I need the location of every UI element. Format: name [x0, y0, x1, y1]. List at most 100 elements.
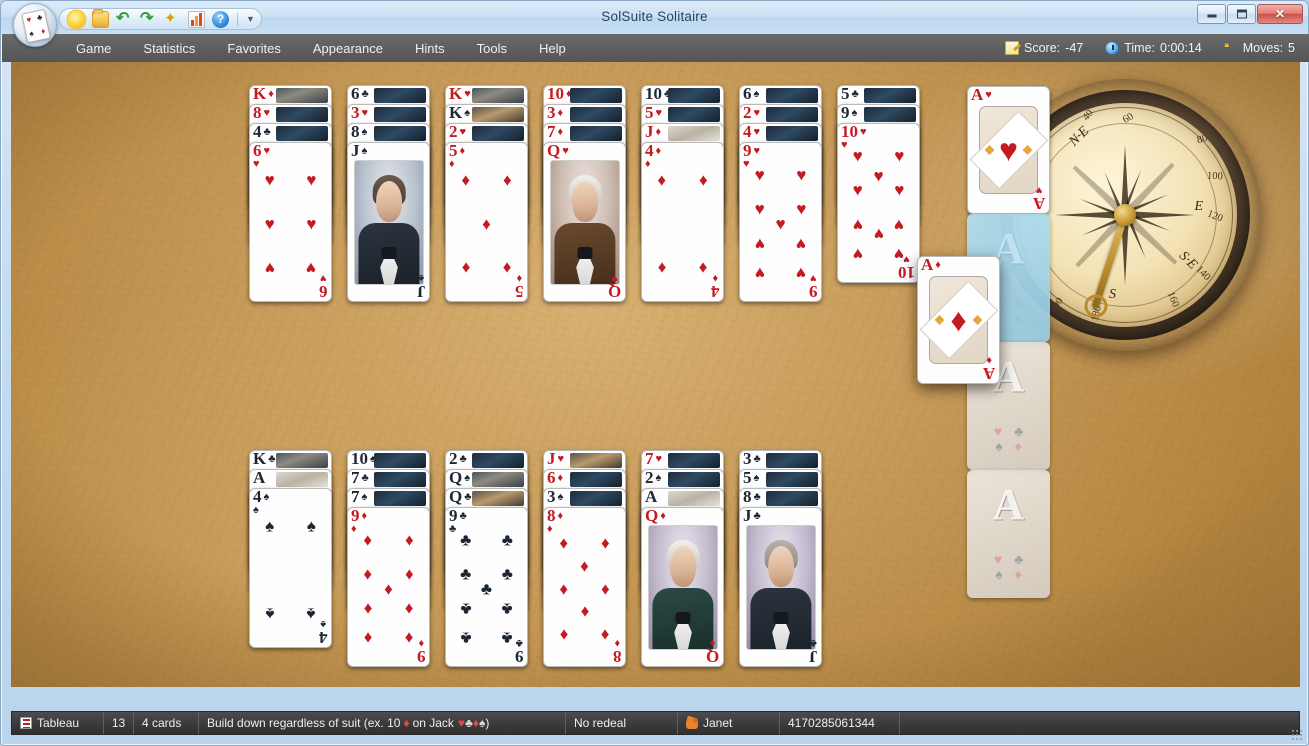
- playing-card[interactable]: 9 ♥ ♥ ♥ ♥ ♥ ♥ ♥ ♥ ♥ ♥ ♥ 9 ♥: [739, 142, 822, 302]
- maximize-button[interactable]: [1227, 4, 1256, 24]
- card-pips: ♣ ♣ ♣ ♣ ♣ ♣ ♣ ♣ ♣: [460, 530, 513, 648]
- status-player-name: Janet: [703, 716, 733, 730]
- menu-item-game[interactable]: Game: [60, 37, 127, 60]
- footsteps-icon: ❛❛: [1223, 41, 1230, 55]
- card-corner-rank: 2 ♥: [743, 104, 761, 122]
- playing-card[interactable]: J ♠ J ♠: [347, 142, 430, 302]
- face-card-portrait: [550, 160, 620, 285]
- tableau-icon: [20, 717, 32, 729]
- card-corner-rank: 7 ♥: [645, 450, 663, 468]
- playing-card[interactable]: 10 ♥ ♥ ♥ ♥ ♥ ♥ ♥ ♥ ♥ ♥ ♥ ♥ 10 ♥: [837, 123, 920, 283]
- logo-card-icon: ♥ ♣ ♠ ♦: [21, 8, 51, 44]
- close-button[interactable]: ✕: [1257, 4, 1303, 24]
- card-face-down-sliver: [766, 107, 818, 122]
- card-corner-rank: A ♦: [921, 256, 941, 274]
- playing-card[interactable]: J ♣ J ♣: [739, 507, 822, 667]
- statistics-chart-icon[interactable]: [188, 10, 205, 28]
- card-face-down-sliver: [864, 88, 916, 103]
- ace-ornament: ♦: [919, 276, 998, 364]
- foundation-pile-card[interactable]: A ♥ ♥ A ♥: [967, 86, 1050, 214]
- card-corner-rank: A: [253, 469, 266, 487]
- playing-card[interactable]: Q ♦ Q ♦: [641, 507, 724, 667]
- folder-open-icon[interactable]: [92, 8, 109, 28]
- card-face-down-sliver: [276, 472, 328, 487]
- card-corner-rank: 3 ♦: [547, 104, 564, 122]
- wand-icon[interactable]: ✦: [164, 10, 181, 28]
- card-face-down-sliver: [570, 472, 622, 487]
- foundation-slot[interactable]: A ♥♣ ♠♦: [967, 470, 1050, 598]
- time-label: Time:: [1124, 41, 1156, 55]
- card-corner-rank: J ♦: [645, 123, 662, 141]
- sun-icon[interactable]: [68, 10, 85, 28]
- card-pips: ♦ ♦ ♦ ♦ ♦ ♦ ♦ ♦ ♦: [363, 530, 414, 648]
- status-pile-type: Tableau: [12, 712, 104, 734]
- playing-card[interactable]: 4 ♦ ♦ ♦ ♦ ♦ ♦ 4 ♦: [641, 142, 724, 302]
- card-face-down-sliver: [374, 88, 426, 103]
- card-corner-rank-bottom: 9 ♣: [514, 637, 524, 666]
- card-corner-rank: 10 ♦: [547, 85, 572, 103]
- menu-item-help[interactable]: Help: [523, 37, 582, 60]
- toolbar-overflow-icon[interactable]: ▼: [246, 14, 255, 24]
- card-corner-rank-bottom: J ♠: [416, 272, 426, 301]
- card-face-down-sliver: [766, 453, 818, 468]
- app-logo-icon[interactable]: ♥ ♣ ♠ ♦: [13, 3, 57, 47]
- dragged-card[interactable]: A ♦ ♦ A ♦: [917, 256, 1000, 384]
- minimize-button[interactable]: [1197, 4, 1226, 24]
- card-pips: ♥ ♥ ♥ ♥ ♥ ♥ ♥ ♥ ♥ ♥: [852, 146, 905, 264]
- moves-label: Moves:: [1242, 41, 1284, 55]
- playing-card[interactable]: 8 ♦ ♦ ♦ ♦ ♦ ♦ ♦ ♦ ♦ ♦ 8 ♦: [543, 507, 626, 667]
- menu-item-favorites[interactable]: Favorites: [211, 37, 296, 60]
- card-pips: ♦ ♦ ♦ ♦: [657, 170, 708, 278]
- card-face-down-sliver: [374, 453, 426, 468]
- card-pips: ♦ ♦ ♦ ♦ ♦ ♦ ♦ ♦: [559, 533, 610, 645]
- player-icon: [686, 716, 698, 729]
- redo-icon[interactable]: ↷: [140, 10, 157, 28]
- help-icon[interactable]: ?: [212, 10, 229, 28]
- card-face-down-sliver: [570, 126, 622, 141]
- card-corner-rank-bottom: 4 ♦: [710, 272, 720, 301]
- card-face-down-sliver: [570, 88, 622, 103]
- card-corner-rank-bottom: 5 ♦: [514, 272, 524, 301]
- card-corner-rank: 7 ♦: [547, 123, 564, 141]
- card-corner-rank: J ♣: [743, 507, 761, 525]
- playing-card[interactable]: 6 ♥ ♥ ♥ ♥ ♥ ♥ ♥ ♥ 6 ♥: [249, 142, 332, 302]
- status-rule: Build down regardless of suit (ex. 10 ♦ …: [199, 712, 566, 734]
- card-face-down-sliver: [374, 472, 426, 487]
- card-face-down-sliver: [374, 491, 426, 506]
- status-rule-prefix: Build down regardless of suit (ex. 10: [207, 716, 401, 730]
- playing-card[interactable]: 4 ♠ ♠ ♠ ♠ ♠ ♠ 4 ♠: [249, 488, 332, 648]
- menu-items: Game Statistics Favorites Appearance Hin…: [60, 37, 582, 60]
- status-rule-suits: ♥♣♦♠: [457, 716, 486, 730]
- menu-item-statistics[interactable]: Statistics: [127, 37, 211, 60]
- card-face-down-sliver: [472, 88, 524, 103]
- card-corner-rank-bottom: 9 ♥: [808, 272, 818, 301]
- card-corner-rank: 8 ♠: [351, 123, 368, 141]
- card-face-down-sliver: [766, 126, 818, 141]
- playing-card[interactable]: 5 ♦ ♦ ♦ ♦ ♦ ♦ ♦ 5 ♦: [445, 142, 528, 302]
- card-corner-rank: A: [645, 488, 658, 506]
- card-corner-rank: 9 ♠: [841, 104, 858, 122]
- quick-access-toolbar: ↶ ↷ ✦ ? ▼: [59, 8, 262, 30]
- card-face-down-sliver: [668, 453, 720, 468]
- playing-card[interactable]: 9 ♦ ♦ ♦ ♦ ♦ ♦ ♦ ♦ ♦ ♦ ♦ 9 ♦: [347, 507, 430, 667]
- menu-item-tools[interactable]: Tools: [461, 37, 523, 60]
- moves-readout: ❛❛ Moves: 5: [1224, 41, 1295, 55]
- status-bar: Tableau 13 4 cards Build down regardless…: [11, 711, 1300, 735]
- card-corner-rank: K ♠: [449, 104, 471, 122]
- resize-grip[interactable]: [1291, 729, 1304, 742]
- window-controls: ✕: [1197, 4, 1303, 24]
- playing-card[interactable]: 9 ♣ ♣ ♣ ♣ ♣ ♣ ♣ ♣ ♣ ♣ ♣ 9 ♣: [445, 507, 528, 667]
- menu-item-appearance[interactable]: Appearance: [297, 37, 399, 60]
- application-window: SolSuite Solitaire ✕ ♥ ♣ ♠ ♦ ↶ ↷ ✦ ? ▼ G…: [0, 0, 1309, 746]
- status-rule-mid: on Jack: [412, 716, 454, 730]
- card-corner-rank: 6 ♦: [547, 469, 564, 487]
- undo-icon[interactable]: ↶: [116, 10, 133, 28]
- status-pile-type-label: Tableau: [37, 716, 80, 730]
- card-face-down-sliver: [766, 472, 818, 487]
- menu-item-hints[interactable]: Hints: [399, 37, 461, 60]
- card-corner-rank: 6 ♣: [351, 85, 369, 103]
- playing-card[interactable]: Q ♥ Q ♥: [543, 142, 626, 302]
- status-rule-suffix: ): [485, 716, 490, 730]
- card-corner-rank: 5 ♠: [743, 469, 760, 487]
- game-table[interactable]: N·E E S·E S 40 60 80 100 120 140 160 180…: [11, 62, 1300, 687]
